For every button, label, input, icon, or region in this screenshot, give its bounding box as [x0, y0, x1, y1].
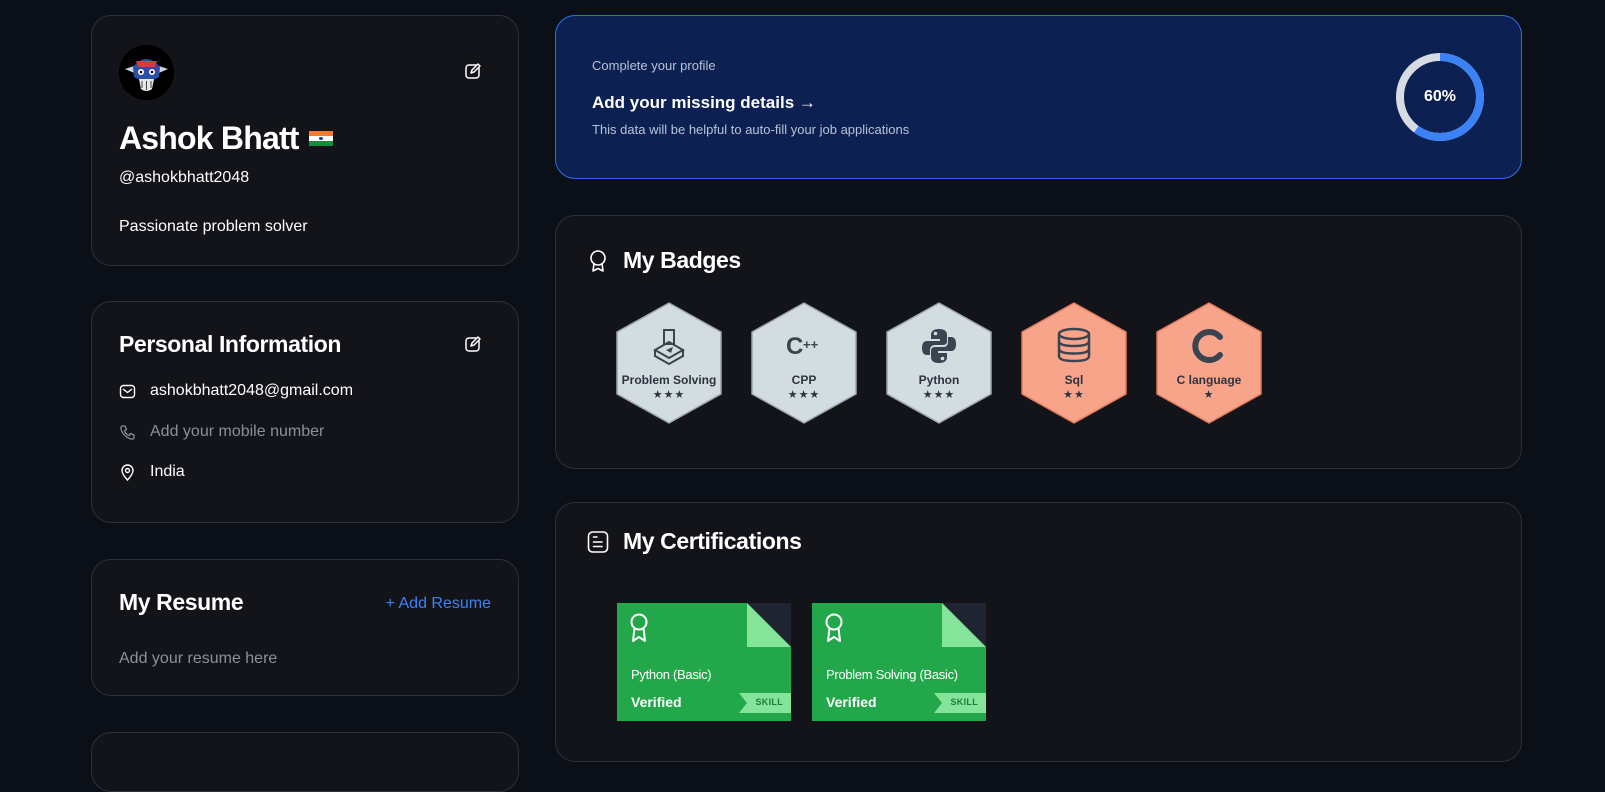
page-fold [942, 603, 986, 647]
progress-percent: 60% [1423, 88, 1457, 105]
badge-sql[interactable]: Sql ★★ [1018, 301, 1130, 425]
section-title-badges: My Badges [623, 247, 741, 273]
badge-stars: ★★★ [922, 389, 956, 401]
certificate-name: Problem Solving (Basic) [826, 667, 958, 682]
mail-icon [119, 384, 136, 398]
location-value: India [150, 463, 185, 480]
complete-profile-caption: Complete your profile [592, 58, 716, 73]
certifications-card: My Certifications Python (Basic) Verified… [555, 502, 1522, 762]
badge-stars: ★ [1203, 389, 1215, 401]
edit-personal-info-button[interactable] [464, 335, 482, 353]
cpp-icon: C ++ [786, 333, 819, 360]
complete-profile-description: This data will be helpful to auto-fill y… [592, 122, 910, 137]
profile-bio: Passionate problem solver [119, 218, 308, 235]
svg-text:C: C [786, 333, 803, 360]
badge-label: Python [918, 373, 960, 387]
add-resume-button[interactable]: + Add Resume [386, 595, 491, 613]
badge-stars: ★★★ [652, 389, 686, 401]
certificate-tag: SKILL [950, 697, 978, 707]
certificate-status: Verified [826, 694, 877, 710]
badge-problem-solving[interactable]: Problem Solving ★★★ [613, 301, 725, 425]
profile-name: Ashok Bhatt [119, 120, 299, 156]
certificate-card[interactable]: Python (Basic) Verified SKILL [617, 603, 791, 721]
document-icon [587, 530, 609, 553]
badge-stars: ★★ [1063, 389, 1085, 401]
certificate-card[interactable]: Problem Solving (Basic) Verified SKILL [812, 603, 986, 721]
personal-information-card: Personal Information ashokbhatt2048@gmai… [91, 301, 519, 523]
resume-card: My Resume + Add Resume Add your resume h… [91, 559, 519, 696]
complete-profile-banner[interactable]: Complete your profile Add your missing d… [555, 15, 1522, 179]
section-title-certifications: My Certifications [623, 528, 802, 554]
phone-icon [120, 424, 135, 440]
email-row: ashokbhatt2048@gmail.com [119, 382, 353, 400]
badge-c-language[interactable]: C language ★ [1153, 301, 1265, 425]
svg-text:++: ++ [803, 337, 819, 352]
certificate-status: Verified [631, 694, 682, 710]
resume-placeholder: Add your resume here [119, 650, 278, 667]
certificate-name: Python (Basic) [631, 667, 712, 682]
edit-profile-button[interactable] [464, 62, 482, 80]
badge-python[interactable]: Python ★★★ [883, 301, 995, 425]
badges-card: My Badges Problem Solving ★★★ C ++ CPP ★★★ Pyt… [555, 215, 1522, 469]
database-icon [1057, 327, 1091, 363]
badge-label: Problem Solving [621, 373, 717, 387]
badge-stars: ★★★ [787, 389, 821, 401]
avatar[interactable] [119, 45, 174, 100]
email-value: ashokbhatt2048@gmail.com [150, 382, 354, 399]
mobile-row[interactable]: Add your mobile number [119, 423, 324, 441]
problem-solving-icon [652, 329, 686, 366]
location-pin-icon [121, 463, 134, 481]
award-icon [590, 249, 606, 272]
edit-icon [465, 336, 481, 352]
location-row: India [119, 463, 185, 481]
profile-progress-ring: 60% [1394, 51, 1486, 143]
edit-icon [465, 63, 481, 79]
c-language-icon [1192, 329, 1223, 363]
python-icon [922, 329, 956, 363]
badge-label: C language [1176, 373, 1242, 387]
ribbon-icon [630, 613, 648, 642]
profile-handle: @ashokbhatt2048 [119, 169, 250, 186]
india-flag-icon [308, 130, 333, 147]
certificate-tag: SKILL [755, 697, 783, 707]
mobile-placeholder: Add your mobile number [150, 423, 325, 440]
section-title-personal-information: Personal Information [119, 331, 342, 357]
badge-label: CPP [791, 373, 817, 387]
badge-cpp[interactable]: C ++ CPP ★★★ [748, 301, 860, 425]
badge-label: Sql [1064, 373, 1084, 387]
section-title-resume: My Resume [119, 589, 244, 615]
profile-card: Ashok Bhatt @ashokbhatt2048 Passionate p… [91, 15, 519, 266]
next-section-card [91, 732, 519, 792]
page-fold [747, 603, 791, 647]
add-missing-details-link[interactable]: Add your missing details → [592, 93, 816, 113]
ribbon-icon [825, 613, 843, 642]
